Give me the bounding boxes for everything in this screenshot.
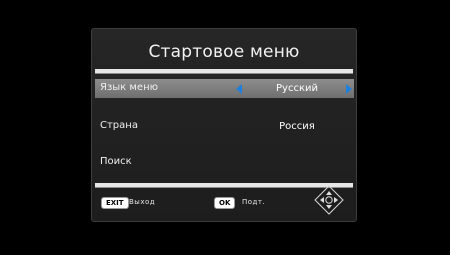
menu-title: Стартовое меню <box>148 42 300 62</box>
triangle-left-icon[interactable] <box>236 84 242 94</box>
startup-menu-panel: Стартовое меню Язык меню Русский Страна … <box>91 28 357 222</box>
menu-row-value: Россия <box>279 121 315 132</box>
exit-hint-label: Выход <box>129 198 156 206</box>
ok-hint-label: Подт. <box>242 198 266 206</box>
menu-row-label: Язык меню <box>100 82 159 93</box>
dpad-icon <box>314 185 344 215</box>
menu-row-language[interactable]: Язык меню Русский <box>95 79 354 98</box>
menu-row-value: Русский <box>276 83 318 94</box>
menu-row-country[interactable]: Страна Россия <box>95 117 354 136</box>
menu-row-label: Страна <box>100 120 138 131</box>
title-divider <box>95 69 353 73</box>
menu-row-label: Поиск <box>100 156 132 167</box>
exit-key-badge[interactable]: EXIT <box>101 197 129 209</box>
triangle-right-icon[interactable] <box>346 84 352 94</box>
menu-row-search[interactable]: Поиск <box>95 153 354 172</box>
ok-key-badge[interactable]: OK <box>214 197 236 209</box>
